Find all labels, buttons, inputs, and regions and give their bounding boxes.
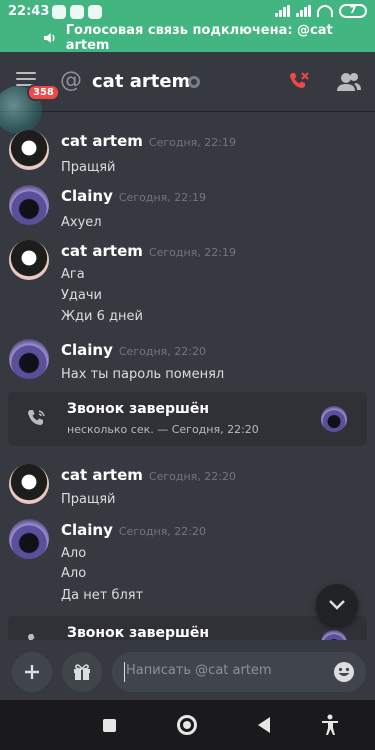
message-text: Ага bbox=[61, 267, 85, 282]
message-input[interactable]: Написать @cat artem bbox=[112, 652, 366, 692]
call-subtitle: несколько сек. — Сегодня, 22:20 bbox=[67, 423, 259, 436]
home-button[interactable] bbox=[177, 715, 197, 735]
message-author[interactable]: cat artem Сегодня, 22:19 bbox=[61, 242, 236, 260]
recent-apps-button[interactable] bbox=[103, 719, 116, 732]
message-timestamp: Сегодня, 22:19 bbox=[148, 246, 236, 259]
call-ended-icon bbox=[28, 410, 45, 425]
channel-title[interactable]: cat artem bbox=[92, 71, 190, 92]
signal-icon bbox=[275, 5, 290, 17]
text-caret bbox=[124, 662, 125, 682]
message-timestamp: Сегодня, 22:20 bbox=[118, 525, 206, 538]
status-bar: 22:43 7 bbox=[0, 0, 375, 24]
message-list[interactable]: cat artem Сегодня, 22:19 Пращяй Clainy Сег… bbox=[0, 122, 375, 640]
message-timestamp: Сегодня, 22:19 bbox=[118, 191, 206, 204]
message-author[interactable]: Clainy Сегодня, 22:19 bbox=[61, 187, 206, 205]
voice-connected-banner[interactable]: Голосовая связь подключена: @cat artem bbox=[0, 23, 375, 53]
speaker-icon bbox=[43, 33, 55, 43]
battery-icon: 7 bbox=[339, 4, 367, 18]
message-text: Ало bbox=[61, 546, 87, 561]
accessibility-icon[interactable] bbox=[320, 714, 340, 736]
message-text: Пращяй bbox=[61, 492, 116, 507]
message-timestamp: Сегодня, 22:20 bbox=[118, 345, 206, 358]
at-sign-icon: @ bbox=[60, 68, 82, 93]
avatar[interactable] bbox=[9, 519, 49, 559]
avatar[interactable] bbox=[9, 464, 49, 504]
system-indicators: 7 bbox=[275, 4, 367, 18]
call-title: Звонок завершён bbox=[67, 401, 210, 417]
message-text: Жди 6 дней bbox=[61, 309, 143, 324]
offline-status-icon bbox=[188, 76, 200, 88]
gift-nitro-button[interactable] bbox=[62, 652, 102, 692]
call-title: Звонок завершён bbox=[67, 625, 210, 640]
avatar[interactable] bbox=[9, 339, 49, 379]
message-timestamp: Сегодня, 22:20 bbox=[148, 470, 236, 483]
signal-icon bbox=[296, 5, 311, 17]
message-author[interactable]: cat artem Сегодня, 22:19 bbox=[61, 132, 236, 150]
discord-app-icon bbox=[52, 5, 66, 19]
avatar[interactable] bbox=[9, 240, 49, 280]
gift-icon bbox=[74, 664, 90, 680]
message-text: Ахуел bbox=[61, 215, 102, 230]
wifi-icon bbox=[317, 5, 333, 17]
back-button[interactable] bbox=[258, 717, 270, 733]
emoji-icon[interactable] bbox=[332, 660, 356, 684]
message-author[interactable]: cat artem Сегодня, 22:20 bbox=[61, 466, 236, 484]
message-author[interactable]: Clainy Сегодня, 22:20 bbox=[61, 341, 206, 359]
channel-header: 358 @ cat artem bbox=[0, 52, 375, 134]
notification-icons bbox=[52, 5, 102, 19]
plus-icon bbox=[25, 665, 39, 679]
hang-up-call-icon[interactable] bbox=[287, 70, 311, 94]
call-ended-card[interactable]: Звонок завершён несколько сек. — Сегодня… bbox=[8, 392, 367, 446]
message-text: Нах ты пароль поменял bbox=[61, 367, 225, 382]
message-text: Ало bbox=[61, 566, 87, 581]
message-timestamp: Сегодня, 22:19 bbox=[148, 136, 236, 149]
message-text: Да нет блят bbox=[61, 588, 144, 603]
message-text: Пращяй bbox=[61, 160, 116, 175]
avatar[interactable] bbox=[321, 630, 347, 640]
call-ended-card[interactable]: Звонок завершён bbox=[8, 616, 367, 640]
discord-app-icon bbox=[88, 5, 102, 19]
add-attachment-button[interactable] bbox=[12, 652, 52, 692]
avatar[interactable] bbox=[321, 406, 347, 432]
chevron-down-icon bbox=[329, 600, 345, 610]
discord-app-icon bbox=[70, 5, 84, 19]
android-navigation-bar bbox=[0, 700, 375, 750]
avatar[interactable] bbox=[9, 185, 49, 225]
message-input-placeholder: Написать @cat artem bbox=[126, 663, 272, 678]
message-author[interactable]: Clainy Сегодня, 22:20 bbox=[61, 521, 206, 539]
message-composer: Написать @cat artem bbox=[0, 640, 375, 700]
call-ended-icon bbox=[28, 634, 35, 640]
jump-to-bottom-button[interactable] bbox=[316, 584, 358, 626]
voice-banner-text: Голосовая связь подключена: @cat artem bbox=[65, 23, 333, 53]
mention-count-badge: 358 bbox=[27, 84, 60, 101]
avatar[interactable] bbox=[9, 130, 49, 170]
message-text: Удачи bbox=[61, 288, 103, 303]
members-icon[interactable] bbox=[336, 70, 362, 94]
status-time: 22:43 bbox=[8, 4, 50, 19]
